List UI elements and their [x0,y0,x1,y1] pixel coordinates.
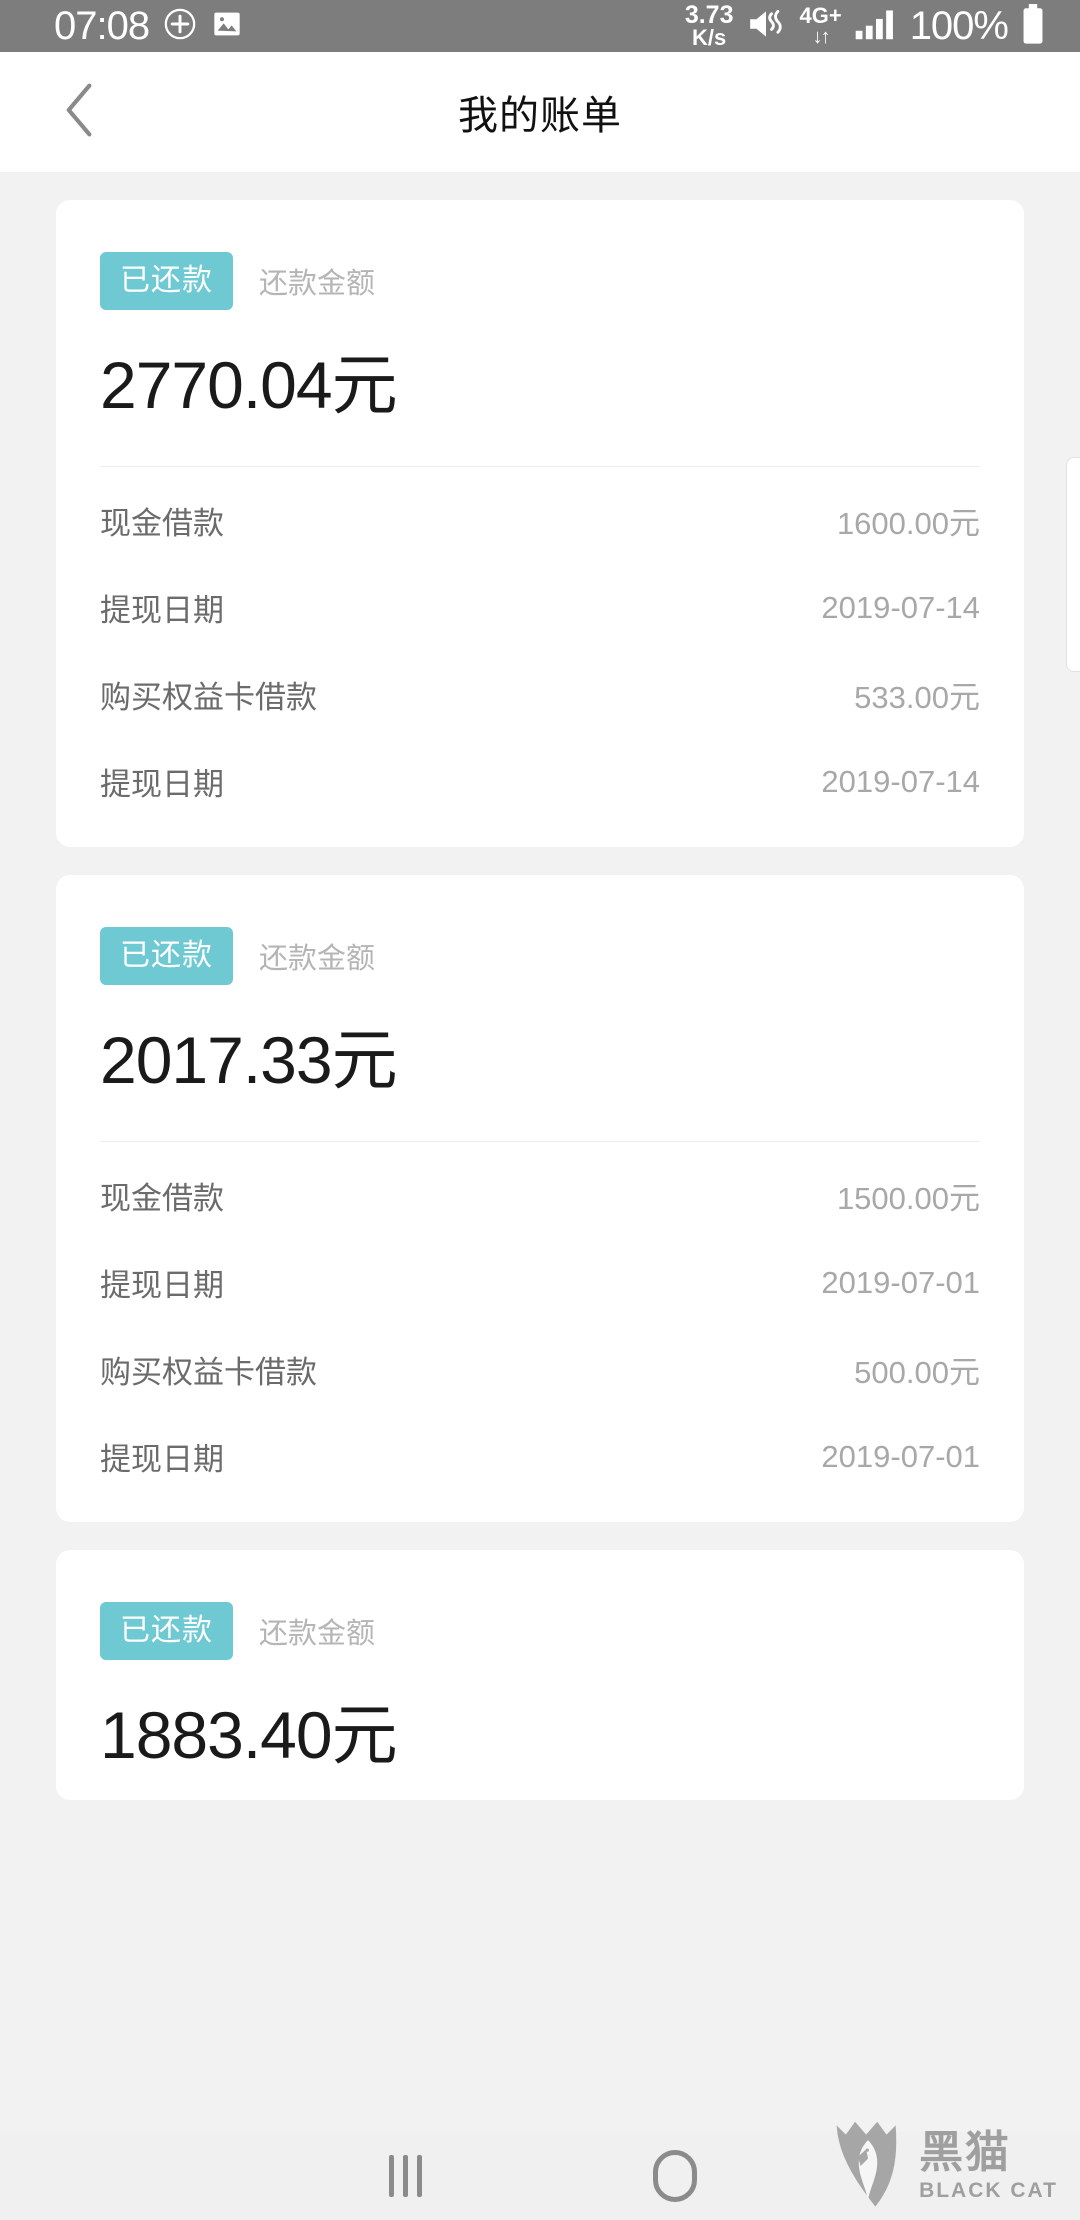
status-bar: 07:08 3.73 K/s 4G+ ↓↑ 100% [0,0,1080,52]
network-type-label: 4G+ [799,3,842,28]
recents-icon [388,2155,422,2197]
detail-value: 2019-07-14 [821,763,980,799]
amount-label: 还款金额 [259,943,376,975]
status-bar-right: 3.73 K/s 4G+ ↓↑ 100% [685,3,1080,50]
bill-amount: 2770.04元 [100,348,398,422]
home-button[interactable] [540,2150,810,2202]
bill-detail-row: 现金借款 1600.00元 [100,477,980,564]
black-cat-wordmark: 黑猫 BLACK CAT [919,2128,1058,2202]
home-icon [653,2150,697,2202]
detail-value: 2019-07-14 [821,589,980,625]
detail-label: 提现日期 [100,593,224,628]
status-bar-left: 07:08 [0,4,243,49]
detail-label: 提现日期 [100,1442,224,1477]
detail-value: 1600.00元 [836,506,980,541]
status-badge: 已还款 [100,927,233,985]
detail-value: 1500.00元 [836,1181,980,1216]
black-cat-watermark: 黑猫 BLACK CAT [831,2118,1058,2214]
detail-label: 现金借款 [100,1181,224,1216]
detail-label: 提现日期 [100,1268,224,1303]
gallery-image-icon [211,8,243,45]
volume-mute-icon [745,5,787,48]
bill-detail-row: 提现日期 2019-07-14 [100,564,980,651]
black-cat-shield-icon [831,2118,905,2214]
signal-bars-icon [854,7,898,46]
detail-label: 购买权益卡借款 [100,1355,317,1390]
card-divider [100,1141,980,1142]
scrollbar-thumb[interactable] [1066,457,1080,672]
battery-full-icon [1020,3,1046,50]
watermark-en-text: BLACK CAT [919,2179,1058,2202]
detail-value: 533.00元 [854,680,980,715]
navigation-plus-icon [163,7,197,46]
bill-card-header: 已还款 还款金额 [100,252,980,310]
status-badge: 已还款 [100,252,233,310]
detail-label: 现金借款 [100,506,224,541]
detail-label: 购买权益卡借款 [100,680,317,715]
bill-card[interactable]: 已还款 还款金额 1883.40元 [56,1550,1024,1800]
card-divider [100,466,980,467]
bill-detail-row: 提现日期 2019-07-14 [100,738,980,825]
amount-label: 还款金额 [259,1618,376,1650]
bill-card-header: 已还款 还款金额 [100,1602,980,1660]
battery-percent-label: 100% [909,3,1009,48]
bill-card[interactable]: 已还款 还款金额 2770.04元 现金借款 1600.00元 提现日期 201… [56,200,1024,847]
bill-card[interactable]: 已还款 还款金额 2017.33元 现金借款 1500.00元 提现日期 201… [56,875,1024,1522]
network-speed-unit: K/s [692,25,727,51]
detail-label: 提现日期 [100,767,224,802]
recents-button[interactable] [270,2155,540,2197]
page-title: 我的账单 [458,94,622,138]
bill-detail-row: 购买权益卡借款 533.00元 [100,651,980,738]
detail-value: 2019-07-01 [821,1438,980,1474]
bill-detail-row: 购买权益卡借款 500.00元 [100,1326,980,1413]
status-badge: 已还款 [100,1602,233,1660]
bill-card-header: 已还款 还款金额 [100,927,980,985]
amount-label: 还款金额 [259,268,376,300]
data-transfer-arrows: ↓↑ [812,26,831,48]
bill-detail-row: 提现日期 2019-07-01 [100,1239,980,1326]
bill-detail-row: 提现日期 2019-07-01 [100,1413,980,1500]
detail-value: 500.00元 [854,1355,980,1390]
network-speed-indicator: 3.73 K/s [685,3,734,49]
bill-list[interactable]: 已还款 还款金额 2770.04元 现金借款 1600.00元 提现日期 201… [0,172,1080,2132]
network-type-indicator: 4G+ ↓↑ [799,3,842,48]
back-button[interactable] [48,80,112,144]
chevron-left-icon [57,80,103,145]
detail-value: 2019-07-01 [821,1264,980,1300]
bill-amount: 1883.40元 [100,1698,398,1772]
watermark-cn-text: 黑猫 [919,2128,1012,2177]
status-clock: 07:08 [54,3,150,48]
system-navigation-bar: 黑猫 BLACK CAT [0,2121,1080,2220]
network-speed-value: 3.73 [684,0,734,29]
bill-amount: 2017.33元 [100,1023,398,1097]
app-bar: 我的账单 [0,52,1080,172]
bill-detail-row: 现金借款 1500.00元 [100,1152,980,1239]
